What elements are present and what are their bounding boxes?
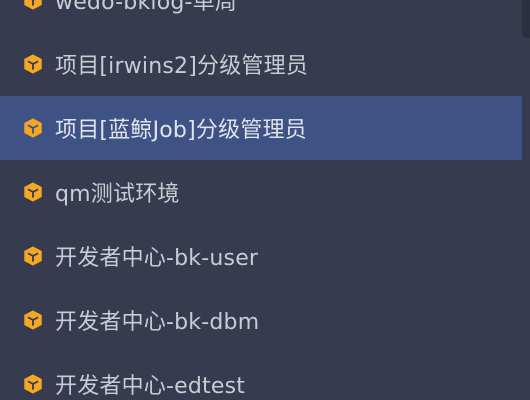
- cube-icon: [24, 246, 42, 266]
- cube-icon: [24, 310, 42, 330]
- scrollbar-thumb[interactable]: [522, 0, 530, 38]
- project-item[interactable]: 开发者中心-edtest: [0, 352, 522, 400]
- project-item-label: 开发者中心-edtest: [55, 374, 246, 399]
- cube-icon: [24, 0, 42, 10]
- cube-icon: [24, 118, 42, 138]
- project-item[interactable]: qm测试环境: [0, 160, 522, 224]
- project-item-label: wedo-bklog-单周: [55, 0, 238, 15]
- project-list: wedo-bklog-单周 项目[irwins2]分级管理员 项目[蓝鲸Job]…: [0, 0, 522, 400]
- project-item-label: 项目[蓝鲸Job]分级管理员: [55, 118, 307, 143]
- project-item[interactable]: 开发者中心-bk-user: [0, 224, 522, 288]
- cube-icon: [24, 374, 42, 394]
- project-item[interactable]: 开发者中心-bk-dbm: [0, 288, 522, 352]
- cube-icon: [24, 182, 42, 202]
- project-item-label: qm测试环境: [55, 182, 180, 207]
- project-item-label: 开发者中心-bk-user: [55, 246, 259, 271]
- cube-icon: [24, 54, 42, 74]
- project-item-label: 开发者中心-bk-dbm: [55, 310, 260, 335]
- project-dropdown-panel: wedo-bklog-单周 项目[irwins2]分级管理员 项目[蓝鲸Job]…: [0, 0, 530, 400]
- project-item-label: 项目[irwins2]分级管理员: [55, 54, 309, 79]
- project-item[interactable]: 项目[irwins2]分级管理员: [0, 32, 522, 96]
- project-item-selected[interactable]: 项目[蓝鲸Job]分级管理员: [0, 96, 522, 160]
- project-item[interactable]: wedo-bklog-单周: [0, 0, 522, 32]
